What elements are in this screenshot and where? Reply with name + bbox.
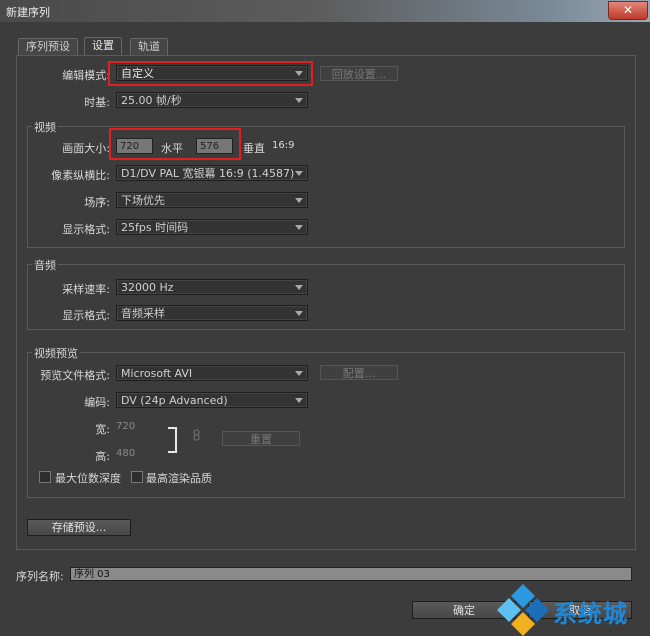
video-preview-group-label: 视频预览 [32, 345, 80, 361]
tab-tracks[interactable]: 轨道 [130, 38, 168, 55]
watermark-logo-icon [497, 584, 549, 636]
vertical-label: 垂直 [243, 142, 265, 155]
watermark-text: 系统城 [553, 600, 628, 628]
preview-file-format-value: Microsoft AVI [121, 367, 193, 380]
codec-value: DV (24p Advanced) [121, 394, 228, 407]
chevron-down-icon [295, 171, 303, 176]
save-preset-button[interactable]: 存储预设... [27, 519, 131, 536]
close-button[interactable]: ✕ [608, 1, 648, 20]
highlight-edit-mode [108, 61, 313, 86]
video-display-format-select[interactable]: 25fps 时间码 [116, 219, 308, 235]
chevron-down-icon [295, 398, 303, 403]
tab-settings[interactable]: 设置 [84, 37, 122, 56]
chevron-down-icon [295, 371, 303, 376]
chevron-down-icon [295, 311, 303, 316]
watermark: 系统城 [495, 580, 650, 636]
fields-value: 下场优先 [121, 194, 165, 207]
title-bar [0, 0, 650, 22]
timebase-label: 时基: [84, 96, 110, 109]
chevron-down-icon [295, 198, 303, 203]
chevron-down-icon [295, 98, 303, 103]
playback-settings-button[interactable]: 回放设置... [320, 66, 398, 81]
video-group-label: 视频 [32, 119, 58, 135]
video-display-format-value: 25fps 时间码 [121, 221, 189, 234]
pixel-aspect-label: 像素纵横比: [51, 169, 110, 182]
frame-size-label: 画面大小: [62, 142, 110, 155]
window-title: 新建序列 [6, 6, 50, 19]
tab-sequence-presets[interactable]: 序列预设 [18, 38, 78, 55]
highlight-frame-size [109, 128, 241, 160]
audio-display-format-select[interactable]: 音频采样 [116, 305, 308, 321]
edit-mode-label: 编辑模式: [62, 69, 110, 82]
fields-label: 场序: [84, 196, 110, 209]
preview-file-format-select[interactable]: Microsoft AVI [116, 365, 308, 381]
chevron-down-icon [295, 285, 303, 290]
chevron-down-icon [295, 225, 303, 230]
close-icon: ✕ [622, 3, 634, 17]
preview-width-value[interactable]: 720 [116, 421, 135, 432]
preview-width-label: 宽: [95, 423, 110, 436]
pixel-aspect-value: D1/DV PAL 宽银幕 16:9 (1.4587) [121, 167, 295, 180]
audio-display-format-value: 音频采样 [121, 307, 165, 320]
sample-rate-select[interactable]: 32000 Hz [116, 279, 308, 295]
sample-rate-value: 32000 Hz [121, 281, 174, 294]
max-render-quality-checkbox[interactable] [131, 471, 143, 483]
max-bit-depth-label: 最大位数深度 [55, 472, 121, 485]
codec-label: 编码: [84, 396, 110, 409]
aspect-ratio-label: 16:9 [272, 140, 295, 151]
codec-select[interactable]: DV (24p Advanced) [116, 392, 308, 408]
video-display-format-label: 显示格式: [62, 223, 110, 236]
timebase-value: 25.00 帧/秒 [121, 94, 182, 107]
reset-button[interactable]: 重置 [222, 431, 300, 446]
preview-file-format-label: 预览文件格式: [40, 369, 110, 382]
pixel-aspect-select[interactable]: D1/DV PAL 宽银幕 16:9 (1.4587) [116, 165, 308, 181]
max-bit-depth-checkbox[interactable] [39, 471, 51, 483]
audio-group-label: 音频 [32, 257, 58, 273]
link-bracket-icon [168, 427, 200, 453]
audio-display-format-label: 显示格式: [62, 309, 110, 322]
sequence-name-input[interactable]: 序列 03 [70, 567, 632, 581]
sequence-name-label: 序列名称: [16, 570, 64, 583]
max-render-quality-label: 最高渲染品质 [146, 472, 212, 485]
fields-select[interactable]: 下场优先 [116, 192, 308, 208]
sample-rate-label: 采样速率: [62, 283, 110, 296]
preview-height-label: 高: [95, 450, 110, 463]
configure-button[interactable]: 配置... [320, 365, 398, 380]
timebase-select[interactable]: 25.00 帧/秒 [116, 92, 308, 108]
preview-height-value[interactable]: 480 [116, 448, 135, 459]
